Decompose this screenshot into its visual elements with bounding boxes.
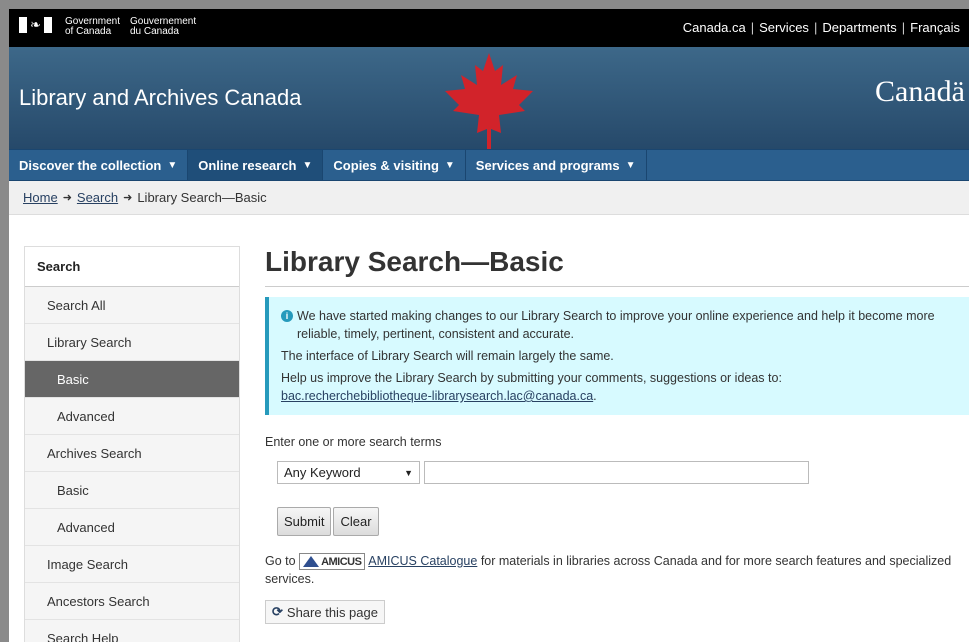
breadcrumb-current: Library Search—Basic (137, 190, 267, 205)
nav-label: Discover the collection (19, 157, 162, 173)
government-bar: ❧ Government of Canada Gouvernement du C… (9, 9, 969, 47)
link-francais[interactable]: Français (905, 20, 965, 35)
sidebar-item-archives-search[interactable]: Archives Search (25, 435, 239, 472)
share-button[interactable]: ⟳ Share this page (265, 600, 385, 625)
main-nav: Discover the collection ▼ Online researc… (9, 149, 969, 181)
amicus-catalogue-link[interactable]: AMICUS Catalogue (368, 554, 477, 568)
site-title[interactable]: Library and Archives Canada (19, 85, 302, 111)
nav-label: Copies & visiting (333, 157, 439, 173)
gov-name-fr: Gouvernement du Canada (130, 17, 196, 37)
sidebar-item-library-basic[interactable]: Basic (25, 361, 239, 398)
nav-label: Online research (198, 157, 297, 173)
share-label: Share this page (286, 604, 378, 620)
search-row: Any Keyword ▼ (277, 461, 969, 484)
sidebar-item-library-search[interactable]: Library Search (25, 324, 239, 361)
search-input[interactable] (424, 461, 809, 484)
amicus-logo-icon: AMICUS (299, 553, 366, 571)
info-text-line1: We have started making changes to our Li… (297, 309, 935, 341)
chevron-down-icon: ▼ (625, 159, 636, 171)
amicus-paragraph: Go to AMICUS AMICUS Catalogue for materi… (265, 552, 969, 588)
chevron-down-icon: ▼ (167, 159, 178, 171)
sidebar-item-search-all[interactable]: Search All (25, 287, 239, 324)
sidebar-heading[interactable]: Search (25, 247, 239, 287)
sidebar-item-search-help[interactable]: Search Help (25, 620, 239, 642)
nav-online-research[interactable]: Online research ▼ (188, 150, 324, 180)
arrow-right-icon: ➜ (123, 192, 133, 204)
gov-name-en: Government of Canada (65, 17, 120, 37)
gov-name-en-line2: of Canada (65, 26, 112, 37)
gov-name-fr-line2: du Canada (130, 26, 179, 37)
chevron-down-icon: ▼ (444, 159, 455, 171)
sidebar-item-archives-basic[interactable]: Basic (25, 472, 239, 509)
search-field-select[interactable]: Any Keyword ▼ (277, 461, 420, 484)
maple-leaf-icon (445, 53, 533, 149)
breadcrumb-home[interactable]: Home (23, 190, 58, 205)
feedback-email-link[interactable]: bac.recherchebibliotheque-librarysearch.… (281, 389, 593, 403)
submit-button[interactable]: Submit (277, 507, 332, 536)
info-icon: i (281, 310, 293, 322)
chevron-down-icon: ▼ (302, 159, 313, 171)
nav-copies-visiting[interactable]: Copies & visiting ▼ (323, 150, 466, 180)
arrow-right-icon: ➜ (62, 192, 72, 204)
link-departments[interactable]: Departments (817, 20, 901, 35)
info-text-line2: The interface of Library Search will rem… (281, 349, 614, 363)
clear-button[interactable]: Clear (333, 507, 379, 536)
info-text-line3: Help us improve the Library Search by su… (281, 369, 959, 405)
sidebar-item-library-advanced[interactable]: Advanced (25, 398, 239, 435)
link-canada-ca[interactable]: Canada.ca (678, 20, 751, 35)
form-buttons: Submit Clear (277, 507, 969, 536)
email-suffix: . (593, 389, 597, 403)
canada-wordmark: Canadä (875, 75, 965, 108)
breadcrumb-search[interactable]: Search (77, 190, 118, 205)
link-services[interactable]: Services (754, 20, 814, 35)
search-field-selected: Any Keyword (284, 465, 361, 480)
gov-links: Canada.ca | Services | Departments | Fra… (678, 20, 965, 35)
sidebar-item-archives-advanced[interactable]: Advanced (25, 509, 239, 546)
share-icon: ⟳ (272, 604, 283, 620)
sidebar-item-image-search[interactable]: Image Search (25, 546, 239, 583)
main-content: Library Search—Basic i We have started m… (265, 246, 969, 625)
nav-discover-collection[interactable]: Discover the collection ▼ (9, 150, 189, 180)
canada-flag-icon[interactable]: ❧ (19, 17, 52, 33)
info-alert: i We have started making changes to our … (265, 297, 969, 415)
site-banner: Library and Archives Canada Canadä (9, 47, 969, 149)
info-text-line3-text: Help us improve the Library Search by su… (281, 371, 782, 385)
amicus-prefix: Go to (265, 554, 296, 568)
nav-services-programs[interactable]: Services and programs ▼ (466, 150, 647, 180)
dropdown-arrow-icon: ▼ (404, 467, 413, 478)
sidebar-item-ancestors-search[interactable]: Ancestors Search (25, 583, 239, 620)
nav-label: Services and programs (475, 157, 620, 173)
sidebar: Search Search All Library Search Basic A… (24, 246, 240, 642)
page-title: Library Search—Basic (265, 246, 969, 287)
breadcrumb: Home ➜ Search ➜ Library Search—Basic (9, 181, 969, 215)
browser-page: ❧ Government of Canada Gouvernement du C… (9, 9, 969, 642)
amicus-logo-text: AMICUS (321, 555, 362, 568)
search-prompt: Enter one or more search terms (265, 435, 442, 449)
